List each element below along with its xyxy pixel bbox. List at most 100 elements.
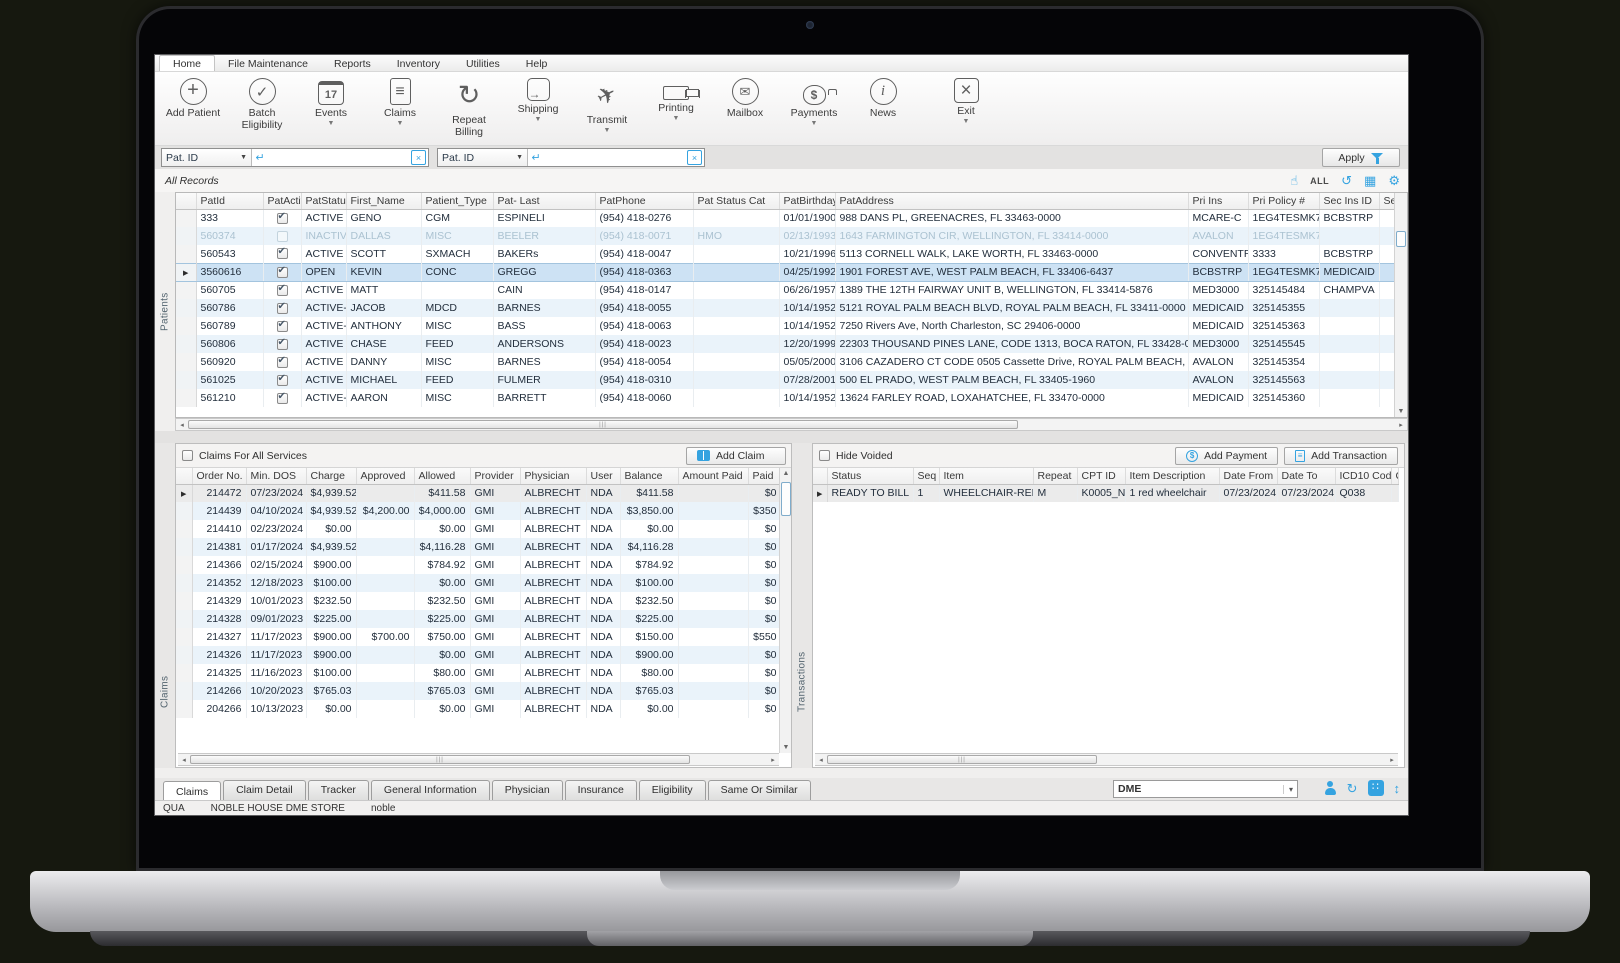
column-header[interactable] bbox=[813, 468, 827, 484]
claim-row[interactable]: 214325 11/16/2023 $100.00 $80.00 GMI ALB… bbox=[176, 664, 781, 682]
doc-tab[interactable]: Tracker bbox=[308, 780, 369, 800]
doc-tab[interactable]: Physician bbox=[492, 780, 563, 800]
claim-row[interactable]: 214410 02/23/2024 $0.00 $0.00 GMI ALBREC… bbox=[176, 520, 781, 538]
patients-horizontal-scrollbar[interactable]: ◂ ||| ▸ bbox=[175, 418, 1408, 431]
column-header[interactable]: Item bbox=[939, 468, 1033, 484]
doc-tab[interactable]: Claim Detail bbox=[223, 780, 306, 800]
column-header[interactable]: PatPhone bbox=[595, 193, 693, 209]
column-header[interactable]: Seq bbox=[913, 468, 939, 484]
column-header[interactable]: Date From bbox=[1219, 468, 1277, 484]
claim-row[interactable]: 214381 01/17/2024 $4,939.52 $4,116.28 GM… bbox=[176, 538, 781, 556]
transmit-button[interactable]: Transmit bbox=[579, 76, 635, 146]
search-field-select[interactable]: Pat. ID ▼ bbox=[162, 149, 252, 166]
column-header[interactable]: Pat- Last bbox=[493, 193, 595, 209]
claim-row[interactable]: 214352 12/18/2023 $100.00 $0.00 GMI ALBR… bbox=[176, 574, 781, 592]
claim-row[interactable]: 214472 07/23/2024 $4,939.52 $411.58 GMI … bbox=[176, 484, 781, 502]
column-header[interactable]: PatActive bbox=[263, 193, 301, 209]
column-header[interactable]: Provider bbox=[470, 468, 520, 484]
scroll-left-icon[interactable]: ◂ bbox=[178, 756, 190, 764]
patient-row[interactable]: 560786 ACTIVE-T JACOB MDCD BARNES (954) … bbox=[176, 299, 1394, 317]
settings-gear-icon[interactable]: ⚙ bbox=[1388, 174, 1400, 187]
column-header[interactable]: Physician bbox=[520, 468, 586, 484]
claim-row[interactable]: 214329 10/01/2023 $232.50 $232.50 GMI AL… bbox=[176, 592, 781, 610]
column-header[interactable] bbox=[176, 193, 196, 209]
column-header[interactable]: PatAddress bbox=[835, 193, 1188, 209]
active-checkbox[interactable] bbox=[277, 357, 288, 368]
clear-search-icon[interactable] bbox=[687, 150, 702, 165]
view-selector-dropdown[interactable]: DME ▾ bbox=[1113, 780, 1298, 798]
sidebar-tab-claims[interactable]: Claims bbox=[155, 615, 175, 768]
claims-button[interactable]: Claims bbox=[372, 76, 428, 146]
column-header[interactable]: Allowed bbox=[414, 468, 470, 484]
column-header[interactable]: Item Description bbox=[1125, 468, 1219, 484]
doc-tab[interactable]: Insurance bbox=[565, 780, 637, 800]
pan-hand-icon[interactable]: ☝ bbox=[1290, 174, 1298, 187]
column-header[interactable]: Order No. bbox=[192, 468, 246, 484]
patient-row[interactable]: 560705 ACTIVE MATT CAIN (954) 418-0147 0… bbox=[176, 281, 1394, 299]
column-header[interactable] bbox=[176, 468, 192, 484]
show-all-toggle[interactable]: ALL bbox=[1310, 176, 1329, 186]
apps-grid-icon[interactable] bbox=[1368, 780, 1384, 796]
menu-tab[interactable]: Utilities bbox=[453, 55, 513, 71]
menu-tab[interactable]: Reports bbox=[321, 55, 384, 71]
menu-tab[interactable]: Inventory bbox=[384, 55, 453, 71]
column-header[interactable]: CPT ID bbox=[1077, 468, 1125, 484]
patients-vertical-scrollbar[interactable]: ▼ bbox=[1394, 193, 1407, 417]
add-claim-button[interactable]: Add Claim bbox=[686, 447, 786, 465]
expand-vertical-icon[interactable]: ↕ bbox=[1394, 782, 1401, 795]
doc-tab[interactable]: Same Or Similar bbox=[708, 780, 811, 800]
claim-row[interactable]: 214439 04/10/2024 $4,939.52 $4,200.00 $4… bbox=[176, 502, 781, 520]
events-button[interactable]: Events bbox=[303, 76, 359, 146]
search-input[interactable] bbox=[268, 150, 411, 165]
active-checkbox[interactable] bbox=[277, 321, 288, 332]
claims-vertical-scrollbar[interactable]: ▲ ▼ bbox=[779, 468, 791, 753]
column-header[interactable]: Status bbox=[827, 468, 913, 484]
active-checkbox[interactable] bbox=[277, 375, 288, 386]
lookup-arrow-icon[interactable]: ↵ bbox=[528, 151, 544, 164]
column-header[interactable]: Approved bbox=[356, 468, 414, 484]
column-header[interactable]: Repeat bbox=[1033, 468, 1077, 484]
column-header[interactable]: PatStatus bbox=[301, 193, 346, 209]
patient-row[interactable]: 561210 ACTIVE-T AARON MISC BARRETT (954)… bbox=[176, 389, 1394, 407]
patient-row[interactable]: 560374 INACTIVE DALLAS MISC BEELER (954)… bbox=[176, 227, 1394, 245]
patient-person-icon[interactable] bbox=[1324, 781, 1337, 796]
add-payment-button[interactable]: Add Payment bbox=[1175, 447, 1278, 465]
claims-horizontal-scrollbar[interactable]: ◂ ||| ▸ bbox=[178, 753, 779, 766]
refresh-icon[interactable]: ↺ bbox=[1341, 174, 1352, 187]
scroll-left-icon[interactable]: ◂ bbox=[815, 756, 827, 764]
add-transaction-button[interactable]: Add Transaction bbox=[1284, 447, 1398, 465]
exit-button[interactable]: Exit bbox=[938, 76, 994, 146]
active-checkbox[interactable] bbox=[277, 303, 288, 314]
scroll-up-icon[interactable]: ▲ bbox=[780, 470, 792, 477]
column-header[interactable]: Patient_Type bbox=[421, 193, 493, 209]
claim-row[interactable]: 214326 11/17/2023 $900.00 $0.00 GMI ALBR… bbox=[176, 646, 781, 664]
column-header[interactable]: ICD10 Codes bbox=[1335, 468, 1391, 484]
claim-row[interactable]: 214327 11/17/2023 $900.00 $700.00 $750.0… bbox=[176, 628, 781, 646]
scrollbar-thumb[interactable] bbox=[1396, 231, 1406, 247]
batch-eligibility-button[interactable]: Batch Eligibility bbox=[234, 76, 290, 146]
scroll-down-icon[interactable]: ▼ bbox=[780, 744, 792, 751]
column-header[interactable]: C bbox=[1391, 468, 1398, 484]
scroll-right-icon[interactable]: ▸ bbox=[767, 756, 779, 764]
column-header[interactable]: PatBirthday bbox=[779, 193, 835, 209]
news-button[interactable]: News bbox=[855, 76, 911, 146]
claim-row[interactable]: 214266 10/20/2023 $765.03 $765.03 GMI AL… bbox=[176, 682, 781, 700]
payments-button[interactable]: Payments bbox=[786, 76, 842, 146]
apply-filter-button[interactable]: Apply bbox=[1322, 148, 1400, 167]
column-header[interactable]: Pri Ins bbox=[1188, 193, 1248, 209]
doc-tab[interactable]: General Information bbox=[371, 780, 490, 800]
search-input[interactable] bbox=[544, 150, 687, 165]
user-sync-icon[interactable]: ↻ bbox=[1347, 782, 1358, 795]
column-header[interactable]: Balance bbox=[620, 468, 678, 484]
column-header[interactable]: Min. DOS bbox=[246, 468, 306, 484]
active-checkbox[interactable] bbox=[277, 213, 288, 224]
menu-tab[interactable]: Help bbox=[513, 55, 561, 71]
active-checkbox[interactable] bbox=[277, 339, 288, 350]
scrollbar-thumb[interactable]: ||| bbox=[190, 755, 690, 764]
panel-splitter[interactable] bbox=[155, 431, 1408, 443]
claim-row[interactable]: 204266 10/13/2023 $0.00 $0.00 GMI ALBREC… bbox=[176, 700, 781, 718]
active-checkbox[interactable] bbox=[277, 231, 288, 242]
claim-row[interactable]: 214366 02/15/2024 $900.00 $784.92 GMI AL… bbox=[176, 556, 781, 574]
column-header[interactable]: Pat Status Cat bbox=[693, 193, 779, 209]
column-header[interactable]: Se bbox=[1379, 193, 1394, 209]
